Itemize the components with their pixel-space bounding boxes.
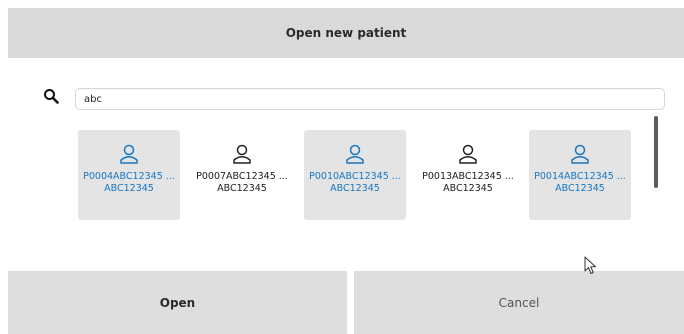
patient-code: P0013ABC12345 ...: [422, 171, 514, 182]
patient-code: P0007ABC12345 ...: [196, 171, 288, 182]
patient-tile[interactable]: P0013ABC12345 ... ABC12345: [417, 130, 519, 220]
patient-code: P0010ABC12345 ...: [309, 171, 401, 182]
open-button[interactable]: Open: [8, 271, 347, 334]
person-icon: [459, 144, 477, 164]
patient-name: ABC12345: [217, 183, 267, 194]
patient-name: ABC12345: [555, 183, 605, 194]
patient-tile[interactable]: P0004ABC12345 ... ABC12345: [78, 130, 180, 220]
patient-tile[interactable]: P0007ABC12345 ... ABC12345: [191, 130, 293, 220]
patient-tile[interactable]: P0010ABC12345 ... ABC12345: [304, 130, 406, 220]
scrollbar[interactable]: [654, 116, 658, 188]
patient-code: P0004ABC12345 ...: [83, 171, 175, 182]
person-icon: [233, 144, 251, 164]
mouse-cursor-icon: [584, 256, 596, 274]
search-icon[interactable]: [43, 88, 59, 104]
person-icon: [346, 144, 364, 164]
patient-name: ABC12345: [104, 183, 154, 194]
patient-code: P0014ABC12345 ...: [534, 171, 626, 182]
patient-name: ABC12345: [443, 183, 493, 194]
patient-name: ABC12345: [330, 183, 380, 194]
dialog-title: Open new patient: [8, 8, 684, 58]
cancel-button[interactable]: Cancel: [354, 271, 684, 334]
open-patient-dialog: Open new patient P0004ABC12345 ... ABC12…: [8, 8, 684, 334]
patient-tile[interactable]: P0014ABC12345 ... ABC12345: [529, 130, 631, 220]
person-icon: [571, 144, 589, 164]
person-icon: [120, 144, 138, 164]
search-input[interactable]: [75, 88, 665, 110]
